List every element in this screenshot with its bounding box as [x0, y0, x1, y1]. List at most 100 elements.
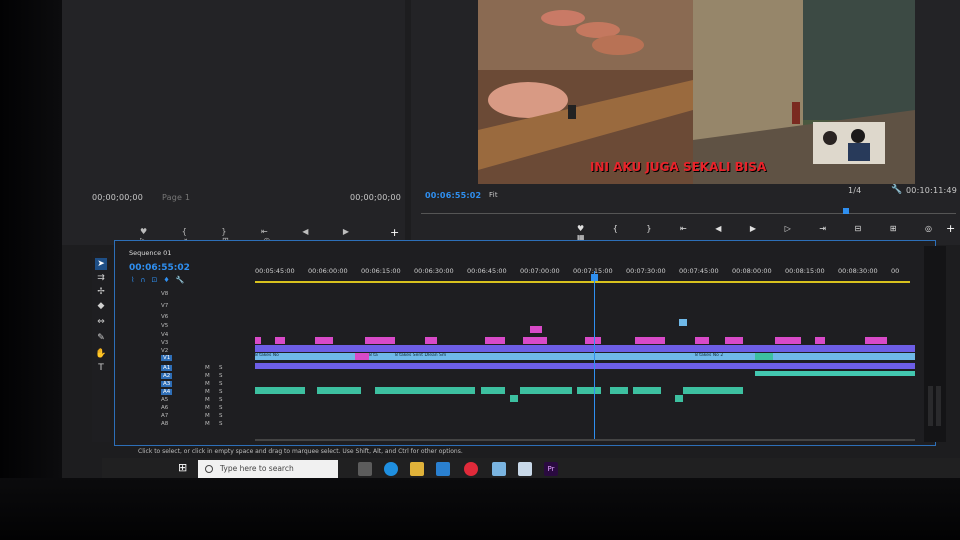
- timeline-scrollbar[interactable]: [255, 439, 915, 441]
- clip[interactable]: [695, 337, 709, 344]
- clip[interactable]: [675, 395, 683, 402]
- resolution-dropdown[interactable]: 1/4: [848, 186, 861, 195]
- track-header-a7[interactable]: A7 M S: [115, 413, 253, 421]
- clip[interactable]: [585, 337, 601, 344]
- mute-toggle[interactable]: M: [205, 365, 210, 371]
- clip[interactable]: [835, 371, 915, 376]
- clip[interactable]: 8 takes Sent Dlean Sm: [395, 353, 515, 360]
- track-header-v8[interactable]: V8: [115, 291, 253, 299]
- clip[interactable]: [865, 337, 887, 344]
- solo-toggle[interactable]: S: [219, 405, 223, 411]
- premiere-pro-icon[interactable]: Pr: [544, 462, 558, 476]
- solo-toggle[interactable]: S: [219, 381, 223, 387]
- clip[interactable]: [725, 337, 743, 344]
- track-header-a3[interactable]: A3 M S: [115, 381, 253, 389]
- clip-a1-track[interactable]: [255, 363, 915, 369]
- clip[interactable]: [510, 395, 518, 402]
- track-select-tool-icon[interactable]: ⇉: [95, 272, 107, 284]
- timeline-playhead[interactable]: [594, 271, 595, 439]
- program-scrubber[interactable]: [421, 213, 956, 214]
- add-button-icon[interactable]: +: [390, 226, 399, 239]
- windows-start-icon[interactable]: ⊞: [178, 462, 190, 474]
- track-header-a6[interactable]: A6 M S: [115, 405, 253, 413]
- razor-tool-icon[interactable]: ◆: [95, 300, 107, 312]
- timeline-snap-tools[interactable]: ⌇∩⊡♦🔧: [131, 276, 190, 284]
- solo-toggle[interactable]: S: [219, 397, 223, 403]
- clip[interactable]: [530, 326, 542, 333]
- taskbar-search-box[interactable]: Type here to search: [198, 460, 338, 478]
- clip[interactable]: [775, 337, 801, 344]
- clip[interactable]: [315, 337, 333, 344]
- track-header-a8[interactable]: A8 M S: [115, 421, 253, 429]
- program-playhead[interactable]: [843, 208, 849, 214]
- selection-tool-icon[interactable]: ➤: [95, 258, 107, 270]
- solo-toggle[interactable]: S: [219, 421, 223, 427]
- clip[interactable]: [610, 387, 628, 394]
- task-view-icon[interactable]: [358, 462, 372, 476]
- slip-tool-icon[interactable]: ⇔: [95, 316, 107, 328]
- solo-toggle[interactable]: S: [219, 389, 223, 395]
- mute-toggle[interactable]: M: [205, 389, 210, 395]
- type-tool-icon[interactable]: T: [95, 362, 107, 374]
- mute-toggle[interactable]: M: [205, 413, 210, 419]
- timeline-tracks-area[interactable]: 8 takes No 8 ta 8 takes Sent Dlean Sm 8 …: [255, 279, 915, 439]
- edge-browser-icon[interactable]: [384, 462, 398, 476]
- opera-browser-icon[interactable]: [464, 462, 478, 476]
- clip[interactable]: [515, 353, 695, 360]
- track-header-v7[interactable]: V7: [115, 303, 253, 311]
- clip[interactable]: [635, 337, 665, 344]
- clip[interactable]: [523, 337, 547, 344]
- track-header-a2[interactable]: A2 M S: [115, 373, 253, 381]
- clip[interactable]: [255, 387, 305, 394]
- mute-toggle[interactable]: M: [205, 405, 210, 411]
- clip[interactable]: [317, 387, 361, 394]
- mute-toggle[interactable]: M: [205, 421, 210, 427]
- track-header-a5[interactable]: A5 M S: [115, 397, 253, 405]
- playhead-handle[interactable]: [591, 274, 598, 281]
- track-header-v1[interactable]: V1: [115, 355, 253, 363]
- clip[interactable]: [255, 337, 261, 344]
- clip[interactable]: 8 takes No 2: [695, 353, 755, 360]
- clip[interactable]: [425, 337, 437, 344]
- pen-tool-icon[interactable]: ✎: [95, 332, 107, 344]
- clip[interactable]: [683, 387, 743, 394]
- track-header-v3[interactable]: V3: [115, 340, 253, 348]
- mail-icon[interactable]: [436, 462, 450, 476]
- program-add-button-icon[interactable]: +: [946, 222, 955, 235]
- clip[interactable]: [815, 337, 825, 344]
- timeline-timecode[interactable]: 00:06:55:02: [129, 263, 190, 273]
- clip[interactable]: [755, 353, 773, 360]
- solo-toggle[interactable]: S: [219, 373, 223, 379]
- source-page-select[interactable]: Page 1: [162, 193, 190, 202]
- sequence-tab[interactable]: Sequence 01: [129, 249, 171, 257]
- clip[interactable]: [365, 337, 395, 344]
- mute-toggle[interactable]: M: [205, 373, 210, 379]
- track-header-v6[interactable]: V6: [115, 314, 253, 322]
- hand-tool-icon[interactable]: ✋: [95, 348, 107, 360]
- track-header-a4[interactable]: A4 M S: [115, 389, 253, 397]
- clip[interactable]: [679, 319, 687, 326]
- wrench-icon[interactable]: 🔧: [891, 185, 902, 195]
- solo-toggle[interactable]: S: [219, 413, 223, 419]
- clip-v2-track[interactable]: [255, 345, 915, 352]
- store-icon[interactable]: [518, 462, 532, 476]
- clip[interactable]: [375, 387, 475, 394]
- clip[interactable]: [481, 387, 505, 394]
- clip[interactable]: [633, 387, 661, 394]
- track-header-v5[interactable]: V5: [115, 323, 253, 331]
- clip[interactable]: [520, 387, 572, 394]
- track-header-a1[interactable]: A1 M S: [115, 365, 253, 373]
- clip[interactable]: [755, 371, 835, 376]
- solo-toggle[interactable]: S: [219, 365, 223, 371]
- photos-icon[interactable]: [492, 462, 506, 476]
- clip[interactable]: [577, 387, 601, 394]
- clip[interactable]: [275, 337, 285, 344]
- clip[interactable]: [485, 337, 505, 344]
- clip[interactable]: 8 takes No: [255, 353, 355, 360]
- track-header-v4[interactable]: V4: [115, 332, 253, 340]
- fit-dropdown[interactable]: Fit: [489, 191, 498, 199]
- clip[interactable]: [355, 353, 369, 360]
- clip[interactable]: 8 ta: [369, 353, 395, 360]
- file-explorer-icon[interactable]: [410, 462, 424, 476]
- mute-toggle[interactable]: M: [205, 381, 210, 387]
